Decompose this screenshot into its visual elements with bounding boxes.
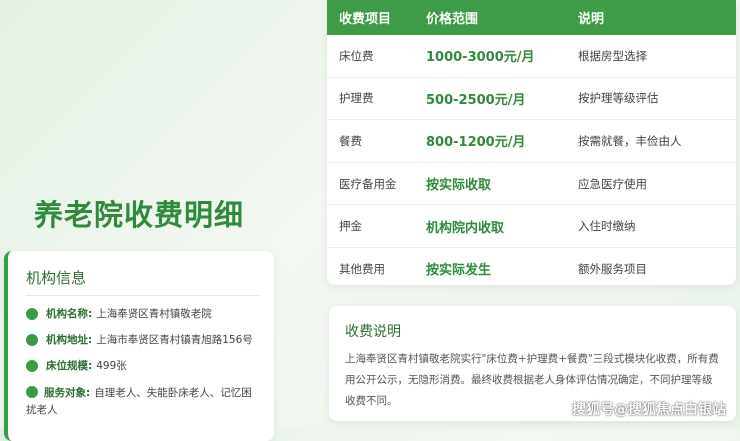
watermark: 搜狐号@搜狐焦点白银站 xyxy=(572,402,726,418)
bullet-dot-icon xyxy=(26,386,38,398)
info-value: 499张 xyxy=(96,360,127,372)
bullet-dot-icon xyxy=(26,334,38,346)
fee-item: 床位费 xyxy=(339,48,374,63)
info-row-address: 机构地址: 上海市奉贤区青村镇青旭路156号 xyxy=(26,332,260,349)
fee-note: 根据房型选择 xyxy=(578,48,647,63)
fee-item: 其他费用 xyxy=(339,261,385,276)
bullet-dot-icon xyxy=(26,360,38,372)
fee-table-header: 收费项目 价格范围 说明 xyxy=(327,0,736,35)
fee-price: 按实际发生 xyxy=(426,263,492,279)
fee-note: 按需就餐，丰俭由人 xyxy=(578,133,682,148)
fee-price: 500-2500元/月 xyxy=(426,92,526,108)
table-row: 餐费 800-1200元/月 按需就餐，丰俭由人 xyxy=(327,120,736,163)
note-title: 收费说明 xyxy=(345,324,401,340)
info-key: 床位规模: xyxy=(46,360,93,372)
info-key: 机构名称: xyxy=(46,308,93,320)
header-note: 说明 xyxy=(578,12,605,27)
fee-item: 押金 xyxy=(339,219,362,234)
info-card-title: 机构信息 xyxy=(26,267,260,296)
fee-item: 护理费 xyxy=(339,91,374,106)
info-row-service: 服务对象: 自理老人、失能卧床老人、记忆困扰老人 xyxy=(26,384,260,419)
institution-info-card: 机构信息 机构名称: 上海奉贤区青村镇敬老院 机构地址: 上海市奉贤区青村镇青旭路1… xyxy=(4,251,274,441)
info-key: 服务对象: xyxy=(44,387,91,399)
fee-item: 餐费 xyxy=(339,133,362,148)
info-row-name: 机构名称: 上海奉贤区青村镇敬老院 xyxy=(26,306,260,323)
fee-table: 收费项目 价格范围 说明 床位费 1000-3000元/月 根据房型选择 护理费… xyxy=(327,0,736,285)
header-price: 价格范围 xyxy=(426,12,479,27)
info-row-beds: 床位规模: 499张 xyxy=(26,358,260,375)
table-row: 床位费 1000-3000元/月 根据房型选择 xyxy=(327,35,736,78)
table-row: 医疗备用金 按实际收取 应急医疗使用 xyxy=(327,163,736,206)
fee-price: 800-1200元/月 xyxy=(426,135,526,151)
info-value: 上海市奉贤区青村镇青旭路156号 xyxy=(96,334,253,346)
bullet-dot-icon xyxy=(26,308,38,320)
fee-price: 1000-3000元/月 xyxy=(426,50,535,66)
fee-note: 应急医疗使用 xyxy=(578,176,647,191)
fee-price: 机构院内收取 xyxy=(426,220,505,236)
info-key: 机构地址: xyxy=(46,334,93,346)
table-row: 其他费用 按实际发生 额外服务项目 xyxy=(327,248,736,285)
info-value: 上海奉贤区青村镇敬老院 xyxy=(96,308,212,320)
fee-price: 按实际收取 xyxy=(426,178,492,194)
table-row: 护理费 500-2500元/月 按护理等级评估 xyxy=(327,78,736,121)
header-item: 收费项目 xyxy=(339,12,392,27)
fee-item: 医疗备用金 xyxy=(339,176,397,191)
page-title: 养老院收费明细 xyxy=(34,198,245,232)
fee-note: 额外服务项目 xyxy=(578,261,647,276)
table-row: 押金 机构院内收取 入住时缴纳 xyxy=(327,205,736,248)
fee-note: 按护理等级评估 xyxy=(578,91,659,106)
fee-note: 入住时缴纳 xyxy=(578,219,636,234)
